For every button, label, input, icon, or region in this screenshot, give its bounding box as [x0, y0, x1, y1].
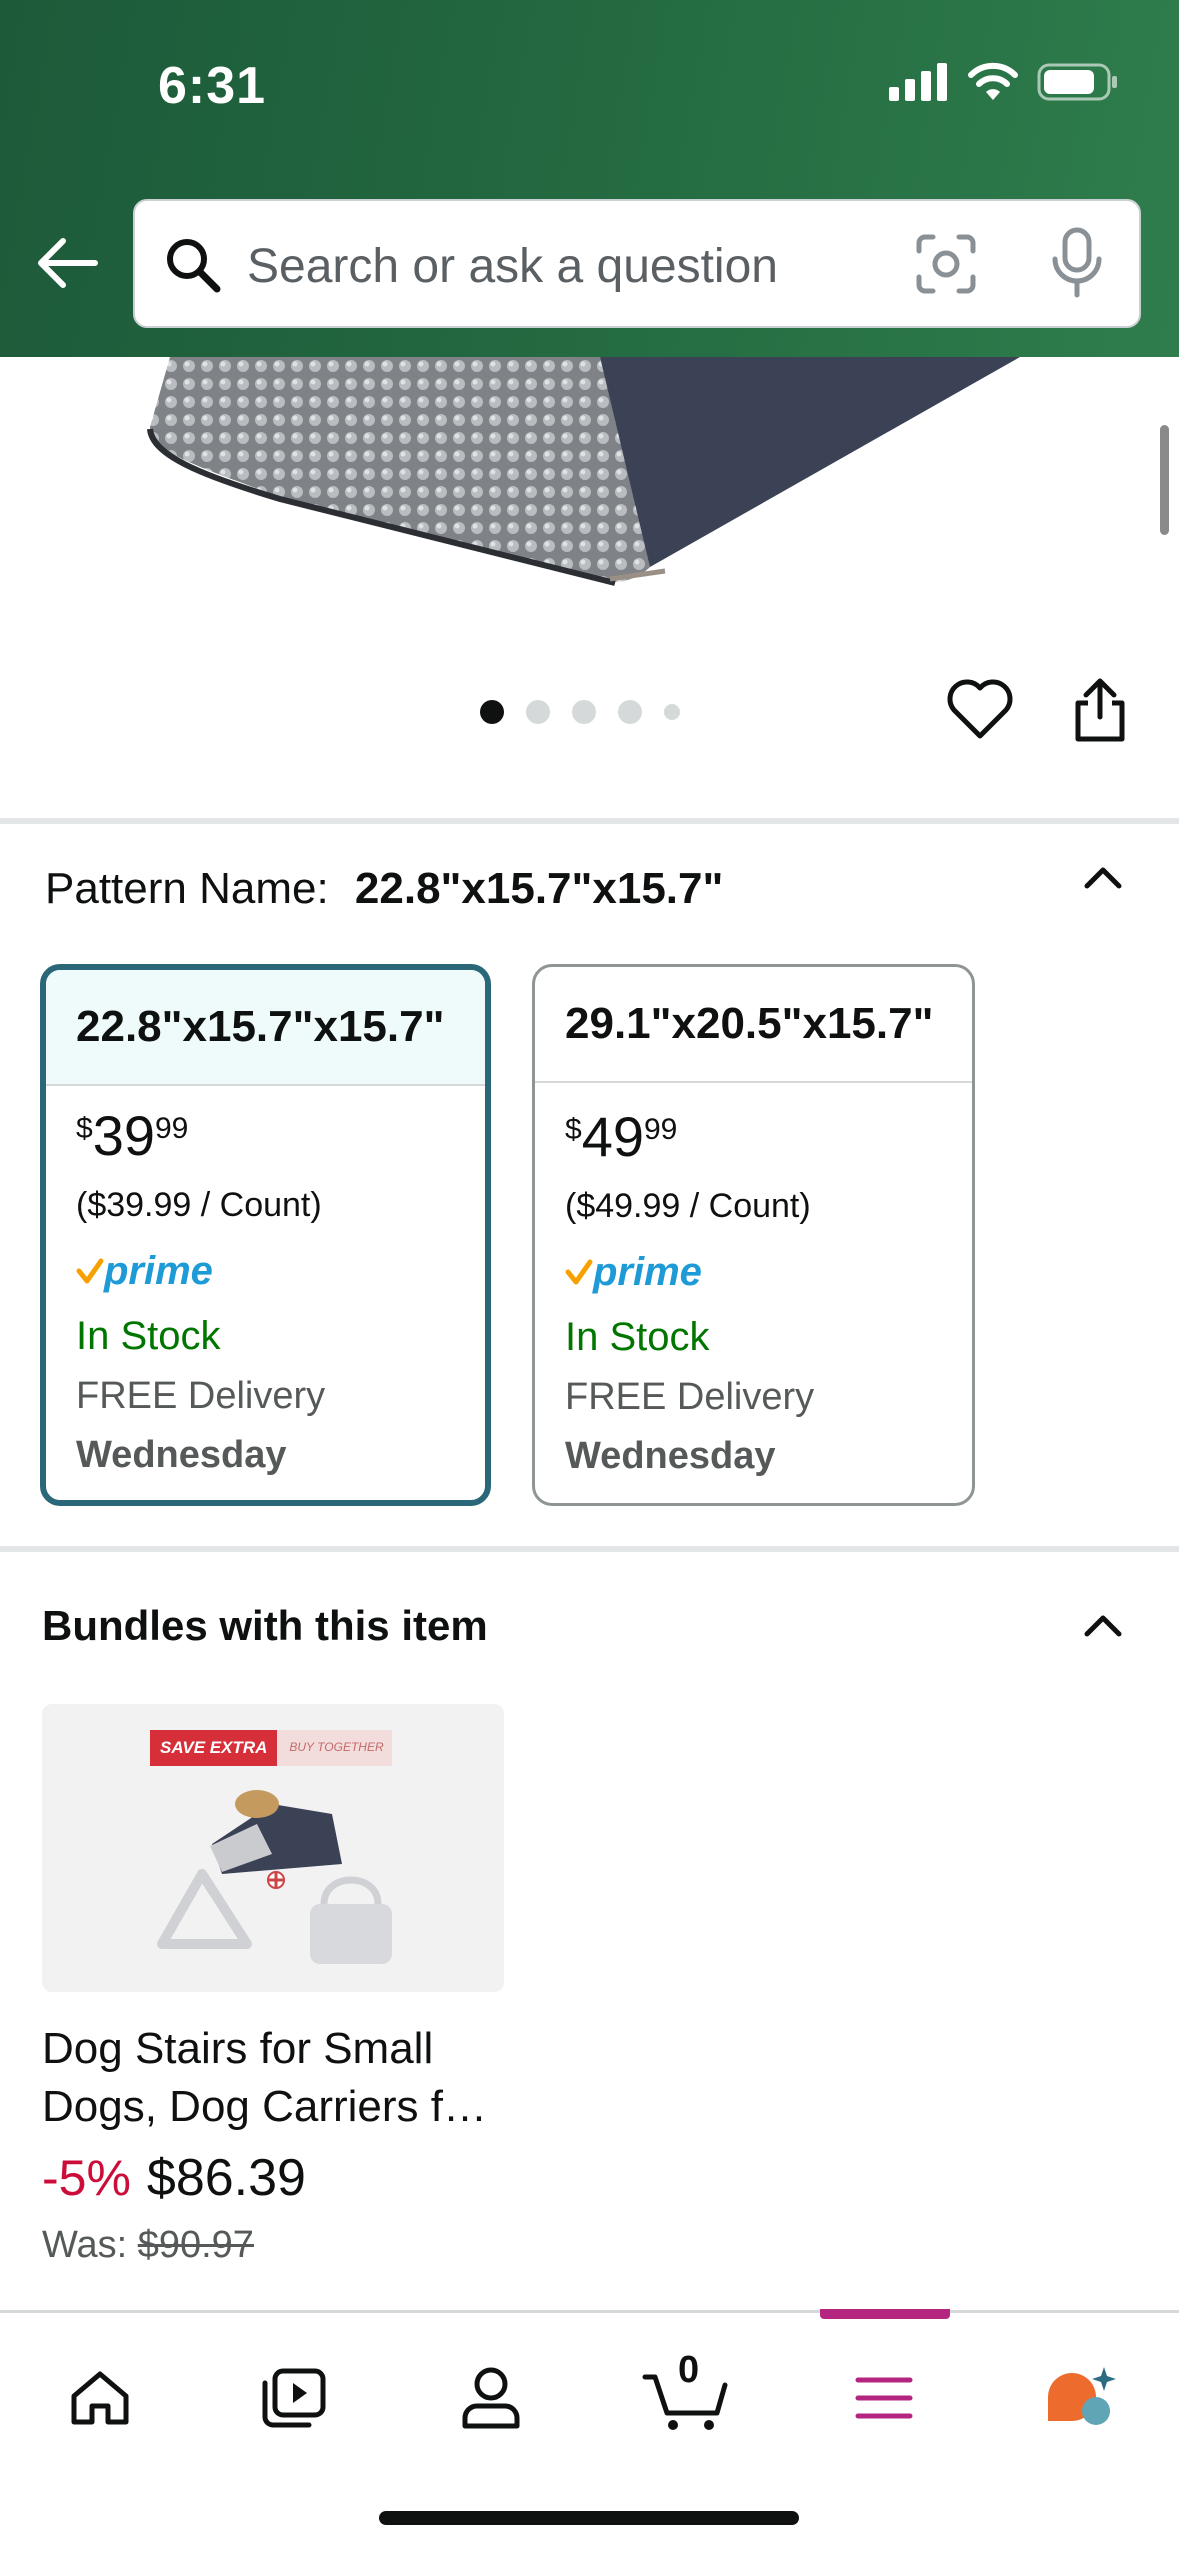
- was-price: $90.97: [137, 2224, 254, 2266]
- active-tab-indicator: [820, 2309, 950, 2319]
- heart-icon[interactable]: [946, 678, 1014, 742]
- account-icon: [462, 2367, 520, 2429]
- back-button[interactable]: [32, 228, 102, 298]
- nav-video[interactable]: [244, 2353, 344, 2443]
- pattern-label: Pattern Name:: [45, 864, 329, 913]
- camera-lens-icon[interactable]: [915, 233, 977, 295]
- pagination-dot[interactable]: [572, 700, 596, 724]
- pagination-dot[interactable]: [526, 700, 550, 724]
- share-icon[interactable]: [1070, 675, 1130, 745]
- pattern-option-2[interactable]: 29.1"x20.5"x15.7" $ 49 99 ($49.99 / Coun…: [532, 964, 975, 1506]
- delivery-label: FREE Delivery: [565, 1376, 815, 1418]
- prime-badge: prime: [565, 1250, 972, 1295]
- bundle-image[interactable]: SAVE EXTRA BUY TOGETHER: [42, 1704, 504, 1992]
- nav-cart[interactable]: 0: [636, 2349, 736, 2443]
- pattern-selected-value: 22.8"x15.7"x15.7": [354, 864, 724, 913]
- back-arrow-icon: [38, 238, 98, 288]
- rufus-icon: [1048, 2367, 1116, 2425]
- prime-label: prime: [593, 1250, 702, 1294]
- stock-status: In Stock: [565, 1315, 710, 1359]
- pattern-option-1[interactable]: 22.8"x15.7"x15.7" $ 39 99 ($39.99 / Coun…: [40, 964, 491, 1506]
- prime-check-icon: [565, 1259, 593, 1284]
- header: 6:31 Search or ask a question: [0, 0, 1179, 357]
- nav-account[interactable]: [441, 2353, 541, 2443]
- prime-badge: prime: [76, 1249, 485, 1294]
- battery-icon: [1037, 63, 1117, 101]
- price-fraction: 99: [154, 1112, 189, 1145]
- pet-stairs-image: [147, 357, 1020, 586]
- home-icon: [71, 2371, 129, 2425]
- nav-rufus[interactable]: [1030, 2353, 1130, 2443]
- option-price: $ 39 99: [76, 1108, 485, 1164]
- search-icon: [167, 239, 221, 293]
- video-icon: [262, 2368, 326, 2428]
- price-whole: 49: [581, 1105, 644, 1168]
- microphone-icon[interactable]: [1049, 227, 1105, 299]
- was-price-row: Was: $90.97: [42, 2224, 254, 2267]
- discount-percent: -5%: [42, 2150, 131, 2206]
- bundle-price: -5% $86.39: [42, 2148, 306, 2208]
- option-title: 22.8"x15.7"x15.7": [46, 970, 485, 1086]
- pagination-dot[interactable]: [480, 700, 504, 724]
- wifi-icon: [968, 62, 1018, 100]
- prime-check-icon: [76, 1258, 104, 1283]
- chevron-up-icon[interactable]: [1077, 852, 1129, 904]
- bundles-title: Bundles with this item: [42, 1602, 488, 1649]
- unit-price: ($49.99 / Count): [565, 1187, 811, 1225]
- price-currency: $: [76, 1112, 93, 1145]
- scroll-indicator[interactable]: [1160, 425, 1169, 535]
- cart-count: 0: [678, 2349, 700, 2391]
- unit-price: ($39.99 / Count): [76, 1186, 322, 1224]
- price-currency: $: [565, 1113, 582, 1146]
- section-divider: [0, 1546, 1179, 1552]
- chevron-up-icon[interactable]: [1077, 1600, 1129, 1652]
- was-label: Was:: [42, 2224, 128, 2266]
- delivery-label: FREE Delivery: [76, 1375, 326, 1417]
- section-divider: [0, 818, 1179, 824]
- menu-icon: [855, 2377, 913, 2419]
- product-image[interactable]: [0, 357, 1179, 817]
- pagination-dot[interactable]: [664, 704, 680, 720]
- search-bar[interactable]: Search or ask a question: [133, 199, 1141, 328]
- nav-home[interactable]: [50, 2353, 150, 2443]
- price-fraction: 99: [643, 1113, 678, 1146]
- stock-status: In Stock: [76, 1314, 221, 1358]
- bundle-product-name[interactable]: Dog Stairs for Small Dogs, Dog Carriers …: [42, 2020, 522, 2136]
- search-input[interactable]: Search or ask a question: [247, 239, 778, 294]
- bundle-products-image: [157, 1790, 392, 1964]
- price-whole: 39: [92, 1104, 155, 1167]
- home-indicator: [379, 2511, 799, 2525]
- option-title: 29.1"x20.5"x15.7": [535, 967, 972, 1083]
- status-icons: [889, 62, 1119, 102]
- delivery-day: Wednesday: [76, 1434, 287, 1476]
- prime-label: prime: [104, 1249, 213, 1293]
- delivery-day: Wednesday: [565, 1435, 776, 1477]
- image-pagination[interactable]: [480, 700, 680, 724]
- pattern-name-row: Pattern Name: 22.8"x15.7"x15.7": [45, 864, 723, 914]
- pagination-dot[interactable]: [618, 700, 642, 724]
- nav-menu[interactable]: [834, 2353, 934, 2443]
- option-price: $ 49 99: [565, 1109, 972, 1165]
- cellular-signal-icon: [889, 63, 947, 101]
- sale-price: $86.39: [146, 2149, 306, 2207]
- status-time: 6:31: [158, 57, 267, 115]
